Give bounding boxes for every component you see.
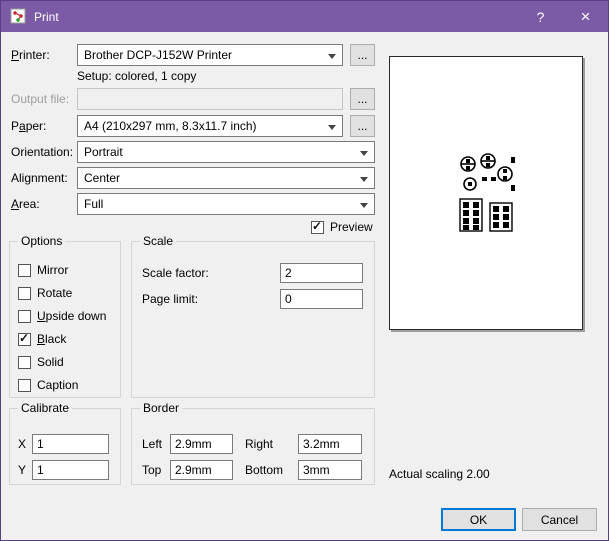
paper-combo[interactable]: A4 (210x297 mm, 8.3x11.7 inch) xyxy=(77,115,343,137)
printer-browse-button[interactable]: ... xyxy=(350,44,375,66)
printer-combo-value: Brother DCP-J152W Printer xyxy=(84,48,232,62)
printer-label: Printer: xyxy=(11,48,50,62)
solid-checkbox[interactable] xyxy=(18,356,31,369)
printer-combo[interactable]: Brother DCP-J152W Printer xyxy=(77,44,343,66)
area-combo[interactable]: Full xyxy=(77,193,375,215)
preview-checkbox-label: Preview xyxy=(330,220,373,234)
calibrate-x-input[interactable] xyxy=(32,434,109,454)
orientation-label: Orientation: xyxy=(11,145,73,159)
border-right-label: Right xyxy=(245,437,273,451)
border-right-input[interactable] xyxy=(298,434,362,454)
chevron-down-icon xyxy=(328,54,336,63)
orientation-combo[interactable]: Portrait xyxy=(77,141,375,163)
black-checkbox[interactable] xyxy=(18,333,31,346)
solid-label: Solid xyxy=(37,355,64,369)
area-combo-value: Full xyxy=(84,197,103,211)
upside-down-label: Upside down xyxy=(37,309,106,323)
upside-down-checkbox[interactable] xyxy=(18,310,31,323)
scale-group: Scale Scale factor: Page limit: xyxy=(131,241,375,398)
window-title: Print xyxy=(34,10,59,24)
caption-checkbox[interactable] xyxy=(18,379,31,392)
chevron-down-icon xyxy=(360,203,368,212)
paper-label: Paper: xyxy=(11,119,46,133)
paper-browse-button[interactable]: ... xyxy=(350,115,375,137)
chevron-down-icon xyxy=(360,151,368,160)
print-dialog: Print ? × Printer: Brother DCP-J152W Pri… xyxy=(0,0,609,541)
titlebar: Print ? × xyxy=(1,1,608,32)
mirror-label: Mirror xyxy=(37,263,68,277)
orientation-combo-value: Portrait xyxy=(84,145,123,159)
border-group-title: Border xyxy=(140,401,182,415)
alignment-combo[interactable]: Center xyxy=(77,167,375,189)
border-left-input[interactable] xyxy=(170,434,233,454)
border-top-label: Top xyxy=(142,463,161,477)
output-file-input xyxy=(77,88,343,110)
close-button[interactable]: × xyxy=(563,1,608,32)
cancel-button[interactable]: Cancel xyxy=(522,508,597,531)
output-file-label: Output file: xyxy=(11,92,69,106)
printer-setup-text: Setup: colored, 1 copy xyxy=(77,69,196,83)
border-bottom-input[interactable] xyxy=(298,460,362,480)
actual-scaling-text: Actual scaling 2.00 xyxy=(389,467,490,481)
calibrate-y-label: Y xyxy=(18,463,26,477)
calibrate-x-label: X xyxy=(18,437,26,451)
page-limit-label: Page limit: xyxy=(142,292,198,306)
options-group-title: Options xyxy=(18,234,65,248)
border-top-input[interactable] xyxy=(170,460,233,480)
black-label: Black xyxy=(37,332,66,346)
help-button[interactable]: ? xyxy=(518,1,563,32)
pcb-preview-image xyxy=(456,153,518,235)
mirror-checkbox[interactable] xyxy=(18,264,31,277)
caption-label: Caption xyxy=(37,378,78,392)
scale-factor-input[interactable] xyxy=(280,263,363,283)
chevron-down-icon xyxy=(360,177,368,186)
calibrate-y-input[interactable] xyxy=(32,460,109,480)
alignment-label: Alignment: xyxy=(11,171,68,185)
print-preview-page xyxy=(389,56,583,330)
paper-combo-value: A4 (210x297 mm, 8.3x11.7 inch) xyxy=(84,119,257,133)
rotate-label: Rotate xyxy=(37,286,72,300)
preview-checkbox-row[interactable]: Preview xyxy=(311,219,373,235)
option-caption[interactable]: Caption xyxy=(18,377,78,393)
preview-checkbox[interactable] xyxy=(311,221,324,234)
area-label: Area: xyxy=(11,197,40,211)
options-group: Options Mirror Rotate Upside down Black … xyxy=(9,241,121,398)
border-group: Border Left Right Top Bottom xyxy=(131,408,375,485)
page-limit-input[interactable] xyxy=(280,289,363,309)
option-solid[interactable]: Solid xyxy=(18,354,64,370)
option-rotate[interactable]: Rotate xyxy=(18,285,72,301)
alignment-combo-value: Center xyxy=(84,171,120,185)
scale-group-title: Scale xyxy=(140,234,176,248)
app-icon[interactable] xyxy=(10,8,26,24)
calibrate-group-title: Calibrate xyxy=(18,401,72,415)
calibrate-group: Calibrate X Y xyxy=(9,408,121,485)
option-upside-down[interactable]: Upside down xyxy=(18,308,106,324)
option-black[interactable]: Black xyxy=(18,331,66,347)
ok-button[interactable]: OK xyxy=(441,508,516,531)
border-left-label: Left xyxy=(142,437,162,451)
border-bottom-label: Bottom xyxy=(245,463,283,477)
scale-factor-label: Scale factor: xyxy=(142,266,209,280)
output-file-browse-button[interactable]: ... xyxy=(350,88,375,110)
option-mirror[interactable]: Mirror xyxy=(18,262,68,278)
rotate-checkbox[interactable] xyxy=(18,287,31,300)
chevron-down-icon xyxy=(328,125,336,134)
